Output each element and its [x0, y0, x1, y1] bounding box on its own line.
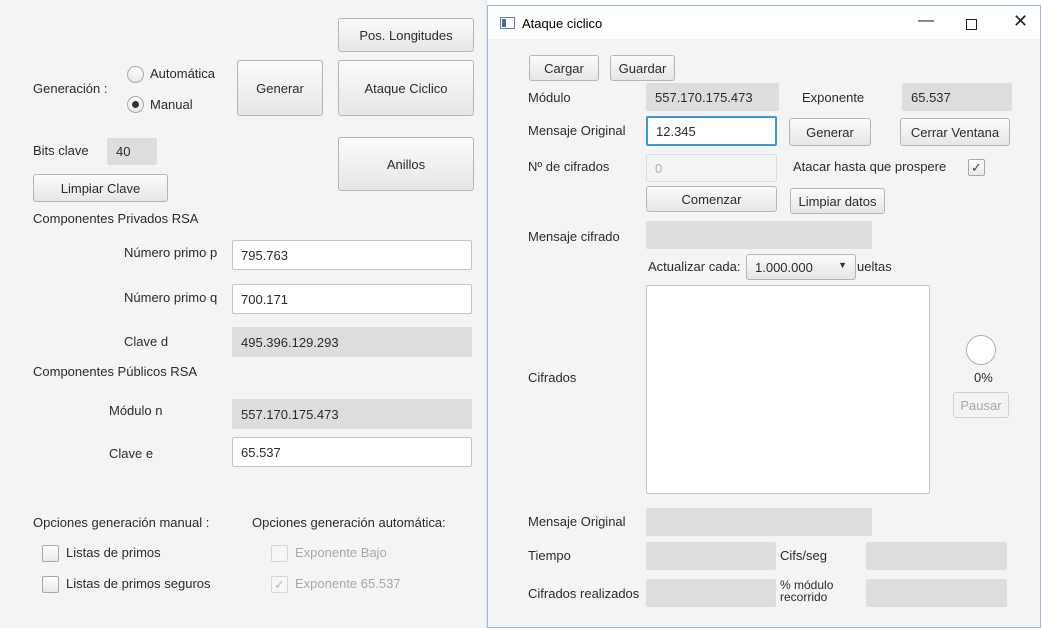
primo-q-label: Número primo q: [124, 290, 218, 305]
mensaje-original-result-label: Mensaje Original: [528, 514, 626, 529]
modulo-field[interactable]: 557.170.175.473: [646, 83, 779, 111]
generar-dialog-button[interactable]: Generar: [789, 118, 871, 146]
cifrados-textarea[interactable]: [646, 285, 930, 494]
mensaje-cifrado-label: Mensaje cifrado: [528, 229, 620, 244]
listas-primos-label: Listas de primos: [66, 545, 161, 560]
exponente-label: Exponente: [802, 90, 865, 105]
exponente-65537-checkbox[interactable]: ✓: [271, 576, 288, 593]
anillos-button[interactable]: Anillos: [338, 137, 474, 191]
pausar-button[interactable]: Pausar: [953, 392, 1009, 418]
mensaje-original-label: Mensaje Original: [528, 123, 626, 138]
exponente-bajo-label: Exponente Bajo: [295, 545, 387, 560]
progress-indicator: [966, 335, 996, 365]
cargar-button[interactable]: Cargar: [529, 55, 599, 81]
exponente-field[interactable]: 65.537: [902, 83, 1012, 111]
cifrados-realizados-field[interactable]: [646, 579, 776, 607]
limpiar-datos-button[interactable]: Limpiar datos: [790, 188, 885, 214]
atacar-checkbox[interactable]: ✓: [968, 159, 985, 176]
chevron-down-icon: ▼: [838, 260, 847, 270]
title-bar: Ataque ciclico — ✕: [488, 6, 1040, 39]
exponente-65537-label: Exponente 65.537: [295, 576, 401, 591]
mensaje-cifrado-field[interactable]: [646, 221, 872, 249]
modulo-n-label: Módulo n: [109, 403, 163, 418]
listas-primos-checkbox[interactable]: [42, 545, 59, 562]
modulo-label: Módulo: [528, 90, 571, 105]
ataque-ciclico-button[interactable]: Ataque Ciclico: [338, 60, 474, 116]
clave-d-label: Clave d: [124, 334, 169, 349]
window-title: Ataque ciclico: [522, 16, 603, 31]
minimize-icon[interactable]: —: [918, 12, 934, 30]
clave-e-label: Clave e: [109, 446, 154, 461]
mensaje-original-result-field[interactable]: [646, 508, 872, 536]
modulo-n-field[interactable]: 557.170.175.473: [232, 399, 472, 429]
actualizar-select-value: 1.000.000: [755, 259, 813, 275]
generacion-label: Generación :: [33, 81, 108, 96]
listas-primos-seguros-checkbox[interactable]: [42, 576, 59, 593]
actualizar-select[interactable]: 1.000.000 ▼: [746, 254, 856, 280]
bits-clave-field[interactable]: 40: [107, 138, 157, 165]
modulo-recorrido-label: % módulo recorrido: [780, 579, 833, 603]
vueltas-label: ueltas: [857, 259, 892, 274]
radio-manual[interactable]: [127, 96, 144, 113]
tiempo-field[interactable]: [646, 542, 776, 570]
progress-percent: 0%: [974, 370, 993, 385]
radio-automatica[interactable]: [127, 66, 144, 83]
limpiar-clave-button[interactable]: Limpiar Clave: [33, 174, 168, 202]
check-icon: ✓: [971, 159, 982, 175]
close-icon[interactable]: ✕: [1013, 11, 1028, 32]
app-icon: [500, 17, 515, 29]
radio-manual-label: Manual: [150, 97, 193, 112]
pos-longitudes-button[interactable]: Pos. Longitudes: [338, 18, 474, 52]
listas-primos-seguros-label: Listas de primos seguros: [66, 576, 211, 591]
modulo-recorrido-field[interactable]: [866, 579, 1007, 607]
opciones-manual-label: Opciones generación manual :: [33, 515, 210, 530]
privados-header: Componentes Privados RSA: [33, 211, 199, 226]
actualizar-label: Actualizar cada:: [648, 259, 741, 274]
opciones-auto-label: Opciones generación automática:: [252, 515, 446, 530]
check-icon: ✓: [274, 576, 285, 592]
publicos-header: Componentes Públicos RSA: [33, 364, 198, 379]
cerrar-ventana-button[interactable]: Cerrar Ventana: [900, 118, 1010, 146]
primo-p-label: Número primo p: [124, 245, 218, 260]
bits-clave-label: Bits clave: [33, 143, 89, 158]
ataque-ciclico-window: Ataque ciclico — ✕ Cargar Guardar Módulo…: [487, 5, 1041, 628]
radio-automatica-label: Automática: [150, 66, 216, 81]
cifrados-realizados-label: Cifrados realizados: [528, 586, 640, 601]
num-cifrados-label: Nº de cifrados: [528, 159, 610, 174]
comenzar-button[interactable]: Comenzar: [646, 186, 777, 212]
primo-q-input[interactable]: 700.171: [232, 284, 472, 314]
atacar-label: Atacar hasta que prospere: [793, 159, 947, 174]
clave-e-input[interactable]: 65.537: [232, 437, 472, 467]
primo-p-input[interactable]: 795.763: [232, 240, 472, 270]
exponente-bajo-checkbox[interactable]: [271, 545, 288, 562]
main-window: Pos. Longitudes Generación : Automática …: [0, 0, 487, 628]
tiempo-label: Tiempo: [528, 548, 571, 563]
mensaje-original-input[interactable]: 12.345: [646, 116, 777, 146]
clave-d-field[interactable]: 495.396.129.293: [232, 327, 472, 357]
cifs-seg-field[interactable]: [866, 542, 1007, 570]
cifs-seg-label: Cifs/seg: [780, 548, 827, 563]
cifrados-label: Cifrados: [528, 370, 577, 385]
maximize-icon[interactable]: [966, 19, 977, 30]
generar-button[interactable]: Generar: [237, 60, 323, 116]
num-cifrados-input[interactable]: 0: [646, 154, 777, 182]
modulo-recorrido-label-line2: recorrido: [780, 590, 828, 604]
guardar-button[interactable]: Guardar: [610, 55, 675, 81]
